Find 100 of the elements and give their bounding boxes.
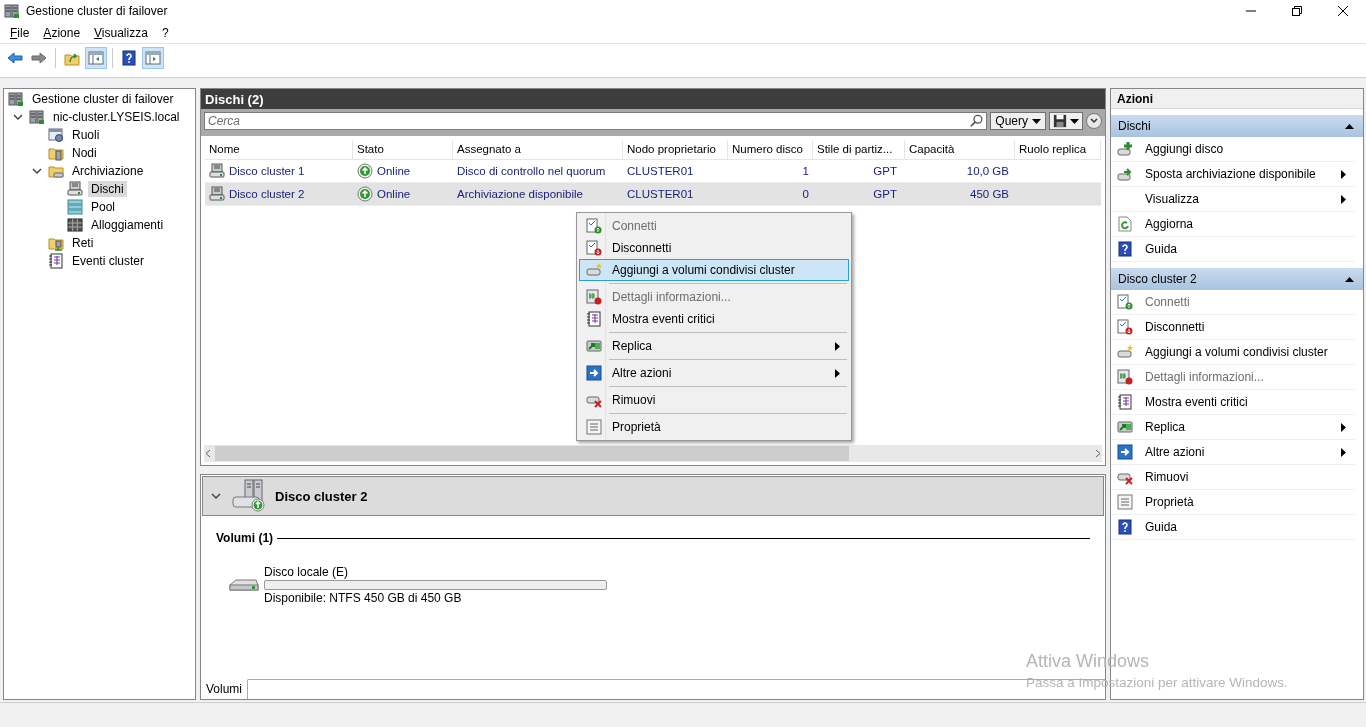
menu-item[interactable]: Azione <box>36 25 88 40</box>
action-item[interactable]: Aggiungi a volumi condivisi cluster <box>1111 340 1355 365</box>
menu-item[interactable]: Aggiungi a volumi condivisi cluster <box>579 259 849 281</box>
submenu-arrow-icon <box>834 341 843 351</box>
pane-icon <box>145 50 161 66</box>
menu-item[interactable]: Mostra eventi critici <box>579 308 849 330</box>
tree-item[interactable]: Nodi <box>69 145 100 161</box>
action-item[interactable]: Proprietà <box>1111 490 1355 515</box>
table-cell: 10,0 GB <box>966 165 1009 177</box>
submenu-arrow-icon <box>834 368 843 378</box>
table-cell: Disco cluster 2 <box>229 188 305 200</box>
menu-item[interactable]: Altre azioni <box>579 362 849 384</box>
tree-item[interactable]: Alloggiamenti <box>88 217 167 233</box>
tree-item[interactable]: Reti <box>69 235 97 251</box>
menu-item[interactable]: Rimuovi <box>579 389 849 411</box>
restore-icon <box>1292 6 1302 16</box>
action-item[interactable]: Mostra eventi critici <box>1111 390 1355 415</box>
tree-item[interactable]: Eventi cluster <box>69 253 148 269</box>
tree-item[interactable]: Archiviazione <box>69 163 147 179</box>
pane-title: Azioni <box>1111 89 1363 109</box>
action-item[interactable]: Guida <box>1111 515 1355 540</box>
help-icon <box>121 50 137 66</box>
status-up-icon <box>357 163 373 179</box>
checklist-icon <box>1117 294 1133 310</box>
query-button[interactable]: Query <box>990 112 1046 130</box>
table-row[interactable]: Disco cluster 1 Online Disco di controllo nel quorum CLUSTER01 1 GPT 10,0 GB <box>205 160 1101 183</box>
drive-icon <box>209 186 225 202</box>
menu-item[interactable]: Visualizza <box>87 25 155 40</box>
action-item[interactable]: Disconnetti <box>1111 315 1355 340</box>
checklist-icon <box>1117 319 1133 335</box>
log-icon <box>586 311 602 327</box>
volume-info: Disponibile: NTFS 450 GB di 450 GB <box>264 591 463 605</box>
table-cell: 1 <box>802 165 809 177</box>
drive-icon <box>1117 344 1133 360</box>
server-icon <box>8 91 24 107</box>
console-tree-button[interactable] <box>85 47 107 69</box>
back-arrow-icon <box>7 50 23 66</box>
folder-icon <box>48 163 64 179</box>
action-item[interactable]: Rimuovi <box>1111 465 1355 490</box>
log-icon <box>48 253 64 269</box>
expand-button[interactable] <box>1086 113 1102 129</box>
table-cell: Disco di controllo nel quorum <box>457 165 606 177</box>
tab[interactable]: Volumi <box>201 679 249 699</box>
search-field[interactable]: Cerca <box>204 112 988 130</box>
section-heading: Volumi (1) <box>216 531 274 545</box>
table-cell: CLUSTER01 <box>627 165 694 177</box>
chevron-down-icon <box>1090 117 1098 125</box>
tree-item[interactable]: Dischi <box>88 181 127 197</box>
save-query-button[interactable] <box>1049 112 1083 130</box>
folder-icon <box>64 50 80 66</box>
submenu-arrow-icon <box>1340 422 1349 432</box>
panel-title: Dischi (2) <box>201 89 1105 109</box>
drive-icon <box>209 163 225 179</box>
action-item[interactable]: Altre azioni <box>1111 440 1355 465</box>
detail-title: Disco cluster 2 <box>275 488 368 504</box>
action-item[interactable]: Sposta archiviazione disponibile <box>1111 162 1355 187</box>
close-icon <box>1338 6 1348 16</box>
table-cell: Disco cluster 1 <box>229 165 305 177</box>
horizontal-scrollbar[interactable] <box>204 445 1102 462</box>
server-icon <box>4 3 20 19</box>
caret-icon <box>1070 116 1079 126</box>
add-icon <box>1117 141 1133 157</box>
tree-item[interactable]: Gestione cluster di failover <box>29 91 177 107</box>
tree-item[interactable]: nic-cluster.LYSEIS.local <box>50 109 183 125</box>
log-icon <box>1117 394 1133 410</box>
scrollbar-thumb[interactable] <box>215 446 849 461</box>
section-header[interactable]: Dischi <box>1111 115 1363 137</box>
action-item[interactable]: Guida <box>1111 237 1355 262</box>
window-title: Gestione cluster di failover <box>26 4 168 18</box>
refresh-icon <box>1117 216 1133 232</box>
submenu-arrow-icon <box>1340 169 1349 179</box>
tree-item[interactable]: Ruoli <box>69 127 103 143</box>
table-cell: Online <box>377 165 411 177</box>
section-header[interactable]: Disco cluster 2 <box>1111 268 1363 290</box>
volume-name: Disco locale (E) <box>264 565 350 579</box>
action-item[interactable]: Aggiungi disco <box>1111 137 1355 162</box>
search-icon <box>970 114 985 128</box>
table-cell: 0 <box>802 188 809 200</box>
menu-item[interactable]: Disconnetti <box>579 237 849 259</box>
table-cell: 450 GB <box>970 188 1009 200</box>
menu-item[interactable]: File <box>3 25 37 40</box>
menu-item[interactable]: Proprietà <box>579 416 849 438</box>
properties-icon <box>1117 494 1133 510</box>
server-icon <box>29 109 45 125</box>
tree-item[interactable]: Pool <box>88 199 119 215</box>
table-row[interactable]: Disco cluster 2 Online Archiviazione disponibile CLUSTER01 0 GPT 450 GB <box>205 183 1101 206</box>
action-item[interactable]: Aggiorna <box>1111 212 1355 237</box>
document-icon <box>586 289 602 305</box>
status-up-icon <box>357 186 373 202</box>
menu-item[interactable]: ? <box>154 25 176 40</box>
action-item[interactable]: Visualizza <box>1111 187 1355 212</box>
checklist-icon <box>586 218 602 234</box>
help-icon <box>1117 519 1133 535</box>
action-item[interactable]: Replica <box>1111 415 1355 440</box>
forward-arrow-icon <box>31 50 47 66</box>
submenu-arrow-icon <box>1340 194 1349 204</box>
menu-item[interactable]: Replica <box>579 335 849 357</box>
drive-icon <box>1117 166 1133 182</box>
drive-icon <box>67 181 83 197</box>
collapse-icon <box>1345 274 1354 284</box>
